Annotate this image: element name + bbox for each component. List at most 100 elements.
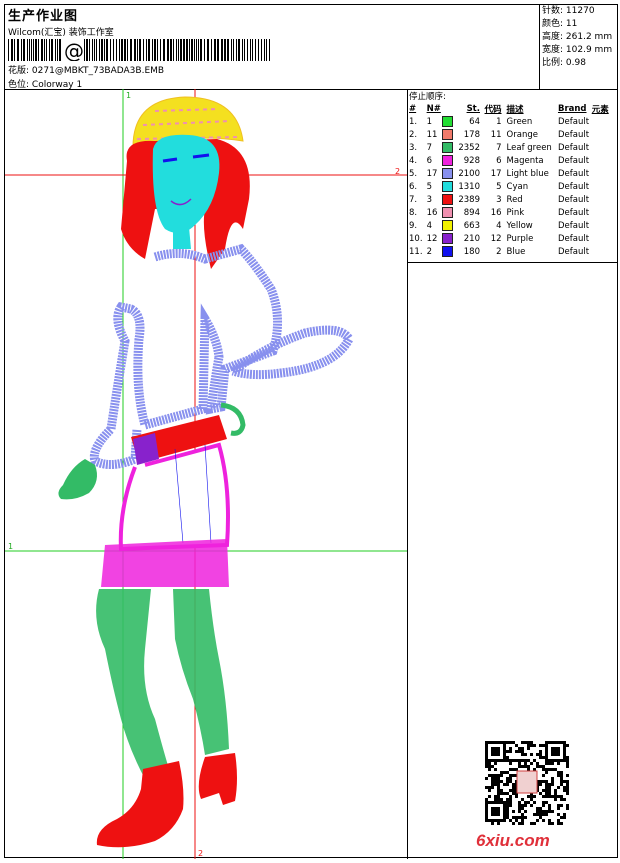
design-file-row: 花版: 0271@MBKT_73BADA3B.EMB (8, 63, 164, 76)
row-description: Blue (506, 246, 526, 257)
row-code: 4 (496, 220, 502, 231)
stop-row: 6. 5 1310 5 Cyan Default (409, 180, 617, 193)
row-number: 7 (426, 142, 433, 153)
row-description: Yellow (506, 220, 533, 231)
stop-sequence-panel: 停止顺序: # N# St. 代码 描述 Brand 元素 1. 1 64 1 Gree… (407, 89, 617, 263)
row-number: 1 (426, 116, 433, 127)
row-stitches: 894 (463, 207, 480, 218)
col-number: N# (426, 103, 441, 114)
color-swatch (442, 142, 454, 153)
design-stats: 针数: 11270 颜色: 11 高度: 261.2 mm 宽度: 102.9 … (539, 5, 618, 89)
row-index: 4. (409, 155, 418, 166)
stat-stitches: 针数: 11270 (542, 6, 595, 16)
row-brand: Default (557, 142, 590, 153)
row-brand: Default (557, 168, 590, 179)
col-index: # (409, 103, 417, 114)
stop-row: 7. 3 2389 3 Red Default (409, 193, 617, 206)
row-description: Red (506, 194, 523, 205)
row-brand: Default (557, 181, 590, 192)
row-number: 11 (426, 129, 438, 140)
design-preview: 1 2 1 2 (5, 89, 408, 859)
row-code: 16 (490, 207, 502, 218)
col-brand: Brand (557, 103, 587, 114)
row-index: 8. (409, 207, 418, 218)
row-brand: Default (557, 129, 590, 140)
row-number: 3 (426, 194, 433, 205)
row-number: 2 (426, 246, 433, 257)
row-stitches: 64 (469, 116, 480, 127)
row-stitches: 2389 (458, 194, 480, 205)
watermark-text: 6xiu.com (476, 831, 550, 850)
row-brand: Default (557, 116, 590, 127)
stop-row: 9. 4 663 4 Yellow Default (409, 219, 617, 232)
row-index: 11. (409, 246, 423, 257)
row-brand: Default (557, 220, 590, 231)
row-stitches: 178 (463, 129, 480, 140)
color-swatch (442, 233, 454, 244)
row-code: 17 (490, 168, 502, 179)
row-index: 2. (409, 129, 418, 140)
row-code: 3 (496, 194, 502, 205)
row-brand: Default (557, 194, 590, 205)
row-code: 7 (496, 142, 502, 153)
row-brand: Default (557, 207, 590, 218)
row-code: 1 (496, 116, 502, 127)
guide-label-h2: 2 (395, 167, 401, 176)
stop-row: 1. 1 64 1 Green Default (409, 115, 617, 128)
row-stitches: 2352 (458, 142, 480, 153)
row-number: 17 (426, 168, 438, 179)
production-sheet: 生产作业图 Wilcom(汇宝) 装饰工作室 @ 花版: 0271@MBKT_7… (4, 4, 618, 859)
color-swatch (442, 168, 454, 179)
row-index: 9. (409, 220, 418, 231)
color-swatch (442, 207, 454, 218)
stat-colors: 颜色: 11 (542, 19, 578, 29)
row-description: Cyan (506, 181, 529, 192)
stop-row: 8. 16 894 16 Pink Default (409, 206, 617, 219)
row-description: Leaf green (506, 142, 552, 153)
color-swatch (442, 246, 454, 257)
row-index: 1. (409, 116, 418, 127)
row-code: 2 (496, 246, 502, 257)
col-description: 描述 (506, 104, 524, 115)
row-brand: Default (557, 233, 590, 244)
row-brand: Default (557, 246, 590, 257)
sheet-header: 生产作业图 Wilcom(汇宝) 装饰工作室 @ 花版: 0271@MBKT_7… (5, 5, 617, 90)
stop-sequence-title: 停止顺序: (409, 92, 446, 102)
color-swatch (442, 220, 454, 231)
col-element: 元素 (591, 104, 609, 115)
embroidery-figure (5, 89, 407, 859)
row-number: 4 (426, 220, 433, 231)
row-stitches: 180 (463, 246, 480, 257)
guide-label-v2: 2 (198, 849, 204, 858)
row-description: Light blue (506, 168, 549, 179)
row-stitches: 2100 (458, 168, 480, 179)
row-description: Magenta (506, 155, 544, 166)
guide-label-v1: 1 (126, 91, 132, 100)
row-code: 5 (496, 181, 502, 192)
row-stitches: 663 (463, 220, 480, 231)
stop-row: 2. 11 178 11 Orange Default (409, 128, 617, 141)
color-swatch (442, 194, 454, 205)
row-number: 6 (426, 155, 433, 166)
row-stitches: 928 (463, 155, 480, 166)
guide-label-h1: 1 (8, 542, 14, 551)
row-index: 3. (409, 142, 418, 153)
row-code: 6 (496, 155, 502, 166)
stat-width: 宽度: 102.9 mm (542, 45, 613, 55)
row-code: 12 (490, 233, 502, 244)
col-code: 代码 (484, 104, 502, 115)
stop-row: 5. 17 2100 17 Light blue Default (409, 167, 617, 180)
row-number: 5 (426, 181, 433, 192)
barcode-image: @ (8, 39, 270, 61)
color-swatch (442, 116, 454, 127)
row-brand: Default (557, 155, 590, 166)
row-index: 5. (409, 168, 418, 179)
col-stitches: St. (466, 103, 480, 114)
color-swatch (442, 129, 454, 140)
color-swatch (442, 181, 454, 192)
stop-sequence-table: # N# St. 代码 描述 Brand 元素 1. 1 64 1 Green Defau… (409, 102, 617, 258)
row-code: 11 (490, 129, 502, 140)
svg-text:@: @ (64, 39, 84, 61)
row-index: 10. (409, 233, 423, 244)
design-label: 花版: (8, 66, 30, 76)
